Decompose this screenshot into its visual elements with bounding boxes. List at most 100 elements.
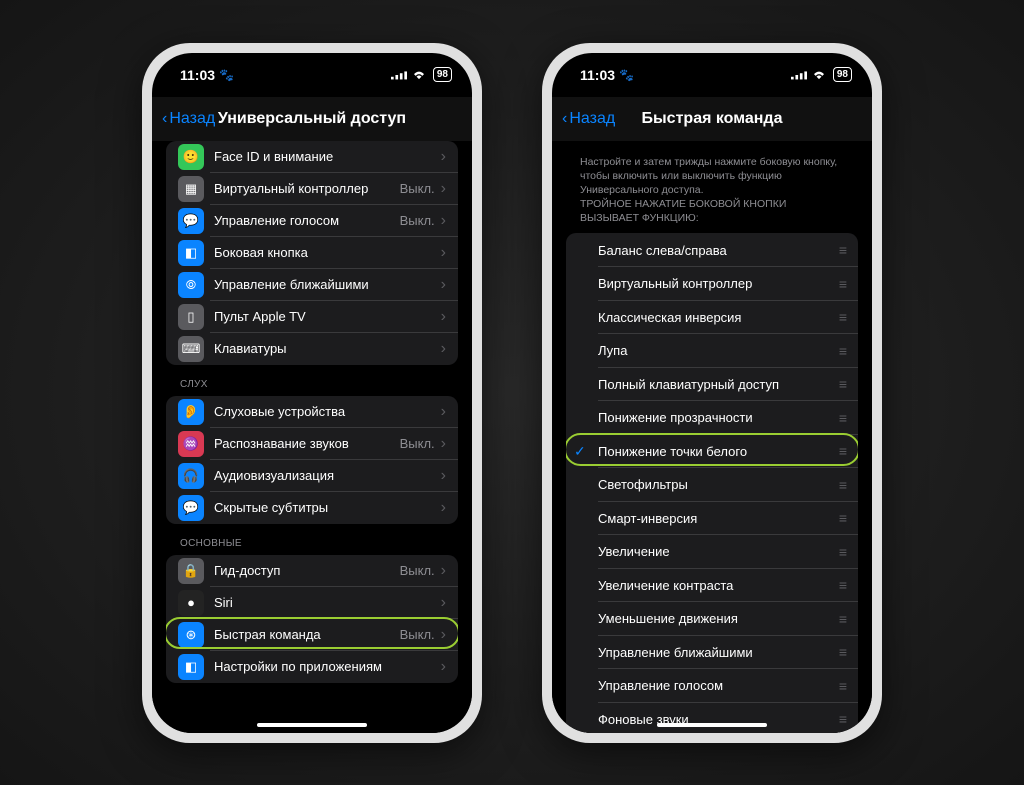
drag-handle-icon[interactable]: ≡ <box>839 544 846 560</box>
shortcut-label: Понижение прозрачности <box>598 410 839 425</box>
row-label: Пульт Apple TV <box>214 309 441 324</box>
drag-handle-icon[interactable]: ≡ <box>839 343 846 359</box>
chevron-right-icon: › <box>441 276 446 294</box>
drag-handle-icon[interactable]: ≡ <box>839 443 846 459</box>
chevron-right-icon: › <box>441 244 446 262</box>
row-value: Выкл. <box>400 563 435 578</box>
home-indicator[interactable] <box>657 723 767 727</box>
back-button[interactable]: ‹ Назад <box>562 110 615 128</box>
shortcut-row[interactable]: Уменьшение движения≡ <box>566 602 858 636</box>
row-label: Боковая кнопка <box>214 245 441 260</box>
phone-mockup-left: 11:03 🐾 98 ‹ Назад Универсальный доступ … <box>142 43 482 743</box>
settings-row[interactable]: 🎧Аудиовизуализация› <box>166 460 458 492</box>
chevron-right-icon: › <box>441 658 446 676</box>
settings-row[interactable]: 💬Управление голосомВыкл.› <box>166 205 458 237</box>
drag-handle-icon[interactable]: ≡ <box>839 276 846 292</box>
drag-handle-icon[interactable]: ≡ <box>839 644 846 660</box>
shortcut-row[interactable]: Увеличение контраста≡ <box>566 568 858 602</box>
settings-row[interactable]: ♒Распознавание звуковВыкл.› <box>166 428 458 460</box>
row-value: Выкл. <box>400 181 435 196</box>
shortcut-row[interactable]: Полный клавиатурный доступ≡ <box>566 367 858 401</box>
row-label: Скрытые субтитры <box>214 500 441 515</box>
nav-bar: ‹ Назад Универсальный доступ <box>152 97 472 141</box>
status-time: 11:03 <box>180 67 215 83</box>
settings-row[interactable]: 🔒Гид-доступВыкл.› <box>166 555 458 587</box>
settings-row[interactable]: ▦Виртуальный контроллерВыкл.› <box>166 173 458 205</box>
shortcut-label: Лупа <box>598 343 839 358</box>
settings-row[interactable]: 👂Слуховые устройства› <box>166 396 458 428</box>
shortcut-row[interactable]: Увеличение≡ <box>566 535 858 569</box>
settings-row[interactable]: 🙂Face ID и внимание› <box>166 141 458 173</box>
back-button[interactable]: ‹ Назад <box>162 110 215 128</box>
drag-handle-icon[interactable]: ≡ <box>839 510 846 526</box>
row-icon: ◧ <box>178 654 204 680</box>
chevron-right-icon: › <box>441 180 446 198</box>
chevron-right-icon: › <box>441 562 446 580</box>
chevron-right-icon: › <box>441 340 446 358</box>
section-description: Настройте и затем трижды нажмите боковую… <box>566 141 858 234</box>
shortcut-row[interactable]: Управление голосом≡ <box>566 669 858 703</box>
check-icon: ✓ <box>574 443 586 460</box>
drag-handle-icon[interactable]: ≡ <box>839 410 846 426</box>
drag-handle-icon[interactable]: ≡ <box>839 611 846 627</box>
section-header-hearing: СЛУХ <box>166 365 458 396</box>
scroll-content[interactable]: Настройте и затем трижды нажмите боковую… <box>552 141 872 733</box>
shortcut-label: Управление ближайшими <box>598 645 839 660</box>
shortcut-row[interactable]: Баланс слева/справа≡ <box>566 233 858 267</box>
shortcut-label: Увеличение <box>598 544 839 559</box>
shortcut-row[interactable]: Фоновые звуки≡ <box>566 702 858 732</box>
shortcut-row[interactable]: Смарт-инверсия≡ <box>566 501 858 535</box>
settings-row[interactable]: ◧Боковая кнопка› <box>166 237 458 269</box>
row-icon: 🎧 <box>178 463 204 489</box>
row-label: Быстрая команда <box>214 627 400 642</box>
settings-row[interactable]: ▯Пульт Apple TV› <box>166 301 458 333</box>
settings-row[interactable]: ◧Настройки по приложениям› <box>166 651 458 683</box>
shortcut-label: Полный клавиатурный доступ <box>598 377 839 392</box>
drag-handle-icon[interactable]: ≡ <box>839 242 846 258</box>
wifi-icon <box>811 67 827 83</box>
shortcut-label: Уменьшение движения <box>598 611 839 626</box>
chevron-right-icon: › <box>441 626 446 644</box>
settings-row[interactable]: ⊛Быстрая командаВыкл.› <box>166 619 458 651</box>
chevron-right-icon: › <box>441 499 446 517</box>
settings-row[interactable]: ●Siri› <box>166 587 458 619</box>
shortcut-row[interactable]: Виртуальный контроллер≡ <box>566 267 858 301</box>
shortcut-row[interactable]: Понижение прозрачности≡ <box>566 401 858 435</box>
shortcut-row[interactable]: ✓ Понижение точки белого≡ <box>566 434 858 468</box>
paw-icon: 🐾 <box>619 68 634 82</box>
drag-handle-icon[interactable]: ≡ <box>839 376 846 392</box>
drag-handle-icon[interactable]: ≡ <box>839 678 846 694</box>
drag-handle-icon[interactable]: ≡ <box>839 309 846 325</box>
row-icon: ⊛ <box>178 622 204 648</box>
settings-row[interactable]: 💬Скрытые субтитры› <box>166 492 458 524</box>
cell-signal-icon <box>391 67 407 83</box>
home-indicator[interactable] <box>257 723 367 727</box>
shortcut-label: Увеличение контраста <box>598 578 839 593</box>
drag-handle-icon[interactable]: ≡ <box>839 577 846 593</box>
drag-handle-icon[interactable]: ≡ <box>839 477 846 493</box>
row-icon: ⌨ <box>178 336 204 362</box>
shortcut-row[interactable]: Светофильтры≡ <box>566 468 858 502</box>
scroll-content[interactable]: 🙂Face ID и внимание›▦Виртуальный контрол… <box>152 141 472 733</box>
chevron-right-icon: › <box>441 435 446 453</box>
shortcut-label: Смарт-инверсия <box>598 511 839 526</box>
row-label: Клавиатуры <box>214 341 441 356</box>
battery-indicator: 98 <box>433 67 452 82</box>
section-header-general: ОСНОВНЫЕ <box>166 524 458 555</box>
shortcut-label: Понижение точки белого <box>598 444 839 459</box>
shortcut-row[interactable]: Классическая инверсия≡ <box>566 300 858 334</box>
settings-row[interactable]: ⌨ Клавиатуры› <box>166 333 458 365</box>
row-icon: 💬 <box>178 208 204 234</box>
settings-group-general: 🔒Гид-доступВыкл.›●Siri›⊛Быстрая командаВ… <box>166 555 458 683</box>
settings-group-interaction: 🙂Face ID и внимание›▦Виртуальный контрол… <box>166 141 458 365</box>
chevron-left-icon: ‹ <box>162 110 167 128</box>
drag-handle-icon[interactable]: ≡ <box>839 711 846 727</box>
shortcut-list: Баланс слева/справа≡Виртуальный контролл… <box>566 233 858 732</box>
wifi-icon <box>411 67 427 83</box>
shortcut-row[interactable]: Лупа≡ <box>566 334 858 368</box>
row-label: Распознавание звуков <box>214 436 400 451</box>
settings-row[interactable]: ⦾Управление ближайшими› <box>166 269 458 301</box>
row-label: Управление ближайшими <box>214 277 441 292</box>
shortcut-row[interactable]: Управление ближайшими≡ <box>566 635 858 669</box>
back-label: Назад <box>569 110 615 128</box>
